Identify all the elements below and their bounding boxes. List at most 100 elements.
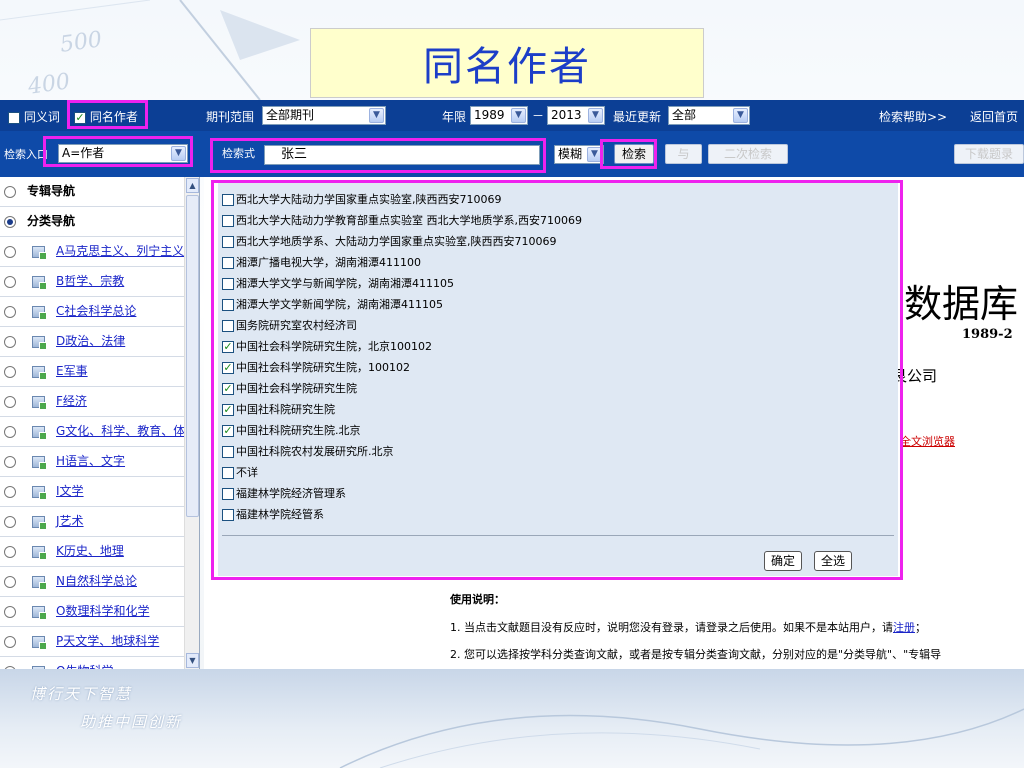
sidebar-category-item[interactable]: G文化、科学、教育、体育 [0,417,184,447]
category-link[interactable]: G文化、科学、教育、体育 [56,417,184,446]
sidebar-category-item[interactable]: H语言、文字 [0,447,184,477]
category-link[interactable]: Q生物科学 [56,657,113,669]
sidebar-category-item[interactable]: Q生物科学 [0,657,184,669]
journal-scope-select[interactable]: 全部期刊 ▼ [262,106,386,125]
synonym-checkbox[interactable] [8,111,20,124]
usage-line-1-suffix: ； [915,621,926,634]
and-button[interactable]: 与 [665,144,702,164]
category-link[interactable]: B哲学、宗教 [56,267,124,296]
category-link[interactable]: K历史、地理 [56,537,124,566]
sidebar-category-item[interactable]: I文学 [0,477,184,507]
sidebar-category-item[interactable]: J艺术 [0,507,184,537]
category-radio[interactable] [4,246,16,258]
chevron-down-icon: ▼ [588,108,603,123]
sidebar-scrollbar[interactable]: ▲ ▼ [184,177,199,669]
sidebar-category-item[interactable]: O数理科学和化学 [0,597,184,627]
special-nav-radio[interactable] [4,186,16,198]
chevron-down-icon: ▼ [369,108,384,123]
category-nav-radio[interactable] [4,216,16,228]
slide-title: 同名作者 [310,28,704,98]
sidebar-category-item[interactable]: P天文学、地球科学 [0,627,184,657]
match-mode-select[interactable]: 模糊 ▼ [554,145,604,164]
synonym-option[interactable]: 同义词 [8,108,60,125]
search-help-link[interactable]: 检索帮助>> [879,108,947,125]
footer-band: 博行天下智慧 助推中国创新 [0,669,1024,768]
book-icon [32,516,47,530]
category-radio[interactable] [4,486,16,498]
home-link[interactable]: 返回首页 [970,108,1018,125]
category-link[interactable]: J艺术 [56,507,84,536]
database-years: 1989-2 [962,327,1013,342]
journal-scope-value: 全部期刊 [266,108,315,122]
year-range-dash: － [532,109,545,123]
year-from-value: 1989 [474,108,505,122]
category-link[interactable]: N自然科学总论 [56,567,137,596]
category-link[interactable]: P天文学、地球科学 [56,627,159,656]
register-link[interactable]: 注册 [893,621,915,634]
sidebar-category-item[interactable]: K历史、地理 [0,537,184,567]
category-radio[interactable] [4,606,16,618]
category-nav-label: 分类导航 [27,214,76,228]
navigation-sidebar: 专辑导航 分类导航 A马克思主义、列宁主义 B哲学、宗教 C社会科学总论 D政治、法律… [0,177,200,669]
special-nav-item[interactable]: 专辑导航 [0,177,184,207]
highlight-search-button [600,139,657,169]
chevron-down-icon: ▼ [733,108,748,123]
chevron-down-icon: ▼ [511,108,526,123]
category-radio[interactable] [4,636,16,648]
scroll-down-icon[interactable]: ▼ [186,653,199,668]
sidebar-category-item[interactable]: D政治、法律 [0,327,184,357]
highlight-popup [211,180,903,580]
book-icon [32,276,47,290]
category-link[interactable]: I文学 [56,477,84,506]
book-icon [32,576,47,590]
browser-download-link[interactable]: 全文浏览器 [900,433,955,449]
category-radio[interactable] [4,516,16,528]
category-radio[interactable] [4,276,16,288]
category-radio[interactable] [4,396,16,408]
category-radio[interactable] [4,306,16,318]
sidebar-category-item[interactable]: E军事 [0,357,184,387]
category-radio[interactable] [4,336,16,348]
match-mode-value: 模糊 [558,147,583,161]
category-link[interactable]: A马克思主义、列宁主义 [56,237,184,266]
category-radio[interactable] [4,576,16,588]
category-radio[interactable] [4,366,16,378]
sidebar-category-item[interactable]: N自然科学总论 [0,567,184,597]
sidebar-category-item[interactable]: A马克思主义、列宁主义 [0,237,184,267]
year-from-select[interactable]: 1989 ▼ [470,106,528,125]
highlight-search-entry [43,136,193,167]
year-to-select[interactable]: 2013 ▼ [547,106,605,125]
category-nav-item[interactable]: 分类导航 [0,207,184,237]
category-link[interactable]: C社会科学总论 [56,297,136,326]
footer-deco-lines [339,708,1024,768]
scroll-thumb[interactable] [186,195,199,517]
book-icon [32,306,47,320]
usage-line-1-text: 1. 当点击文献题目没有反应时，说明您没有登录，请登录之后使用。如果不是本站用户… [450,621,893,634]
book-icon [32,636,47,650]
secondary-search-button[interactable]: 二次检索 [708,144,788,164]
usage-line-1: 1. 当点击文献题目没有反应时，说明您没有登录，请登录之后使用。如果不是本站用户… [450,619,926,635]
sidebar-category-item[interactable]: F经济 [0,387,184,417]
search-toolbar: 检索入口 A=作者 ▼ 检索式 张三 模糊 ▼ 检索 与 二次检索 下载题录 [0,131,1024,177]
category-link[interactable]: F经济 [56,387,87,416]
book-icon [32,366,47,380]
book-icon [32,396,47,410]
usage-heading: 使用说明： [450,593,505,606]
category-radio[interactable] [4,456,16,468]
download-citations-button[interactable]: 下载题录 [954,144,1024,164]
highlight-same-author [67,100,148,129]
recent-update-select[interactable]: 全部 ▼ [668,106,750,125]
scroll-up-icon[interactable]: ▲ [186,178,199,193]
category-link[interactable]: H语言、文字 [56,447,125,476]
sidebar-category-item[interactable]: C社会科学总论 [0,297,184,327]
sidebar-category-item[interactable]: B哲学、宗教 [0,267,184,297]
highlight-query [210,138,546,173]
category-link[interactable]: D政治、法律 [56,327,125,356]
book-icon [32,486,47,500]
category-radio[interactable] [4,426,16,438]
synonym-label: 同义词 [23,110,60,124]
category-radio[interactable] [4,546,16,558]
category-link[interactable]: O数理科学和化学 [56,597,149,626]
book-icon [32,606,47,620]
category-link[interactable]: E军事 [56,357,88,386]
